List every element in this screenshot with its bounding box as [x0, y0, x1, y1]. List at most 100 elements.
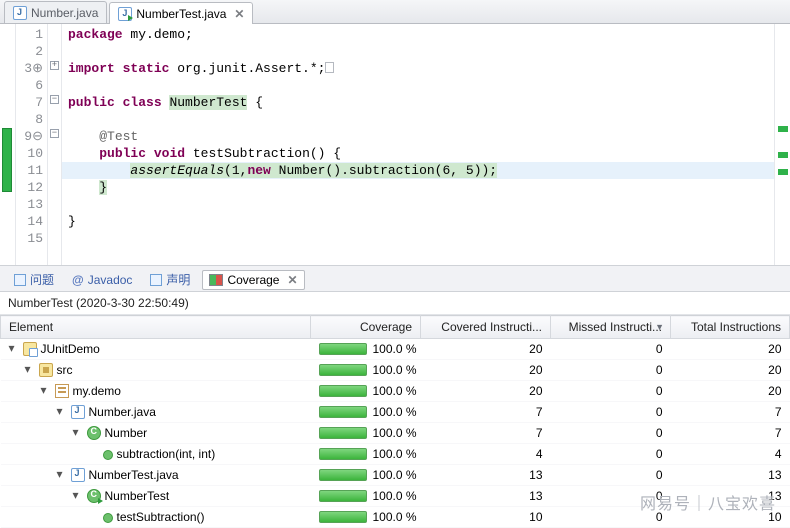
total-count: 13: [671, 465, 790, 486]
element-name: NumberTest.java: [89, 468, 179, 482]
missed-count: 0: [551, 381, 671, 402]
total-count: 4: [671, 444, 790, 465]
table-row[interactable]: ▾NumberTest.java100.0 %13013: [1, 465, 790, 486]
sort-desc-icon: ▼: [655, 322, 664, 332]
coverage-bar: [319, 448, 367, 460]
col-total[interactable]: Total Instructions: [671, 316, 790, 339]
coverage-pct: 100.0 %: [373, 405, 417, 419]
mth-icon: [103, 513, 113, 523]
col-missed[interactable]: Missed Instructi...▼: [551, 316, 671, 339]
coverage-session-label: NumberTest (2020-3-30 22:50:49): [0, 292, 790, 315]
coverage-bar: [319, 406, 367, 418]
col-covered[interactable]: Covered Instructi...: [421, 316, 551, 339]
twisty-icon[interactable]: ▾: [9, 341, 19, 355]
col-coverage[interactable]: Coverage: [311, 316, 421, 339]
coverage-pct: 100.0 %: [373, 426, 417, 440]
element-name: subtraction(int, int): [117, 447, 216, 461]
tab-label: Number.java: [31, 6, 98, 20]
covered-count: 4: [421, 444, 551, 465]
coverage-pct: 100.0 %: [373, 342, 417, 356]
tab-problems[interactable]: 问题: [8, 269, 60, 290]
missed-count: 0: [551, 444, 671, 465]
coverage-bar: [319, 343, 367, 355]
coverage-pct: 100.0 %: [373, 363, 417, 377]
table-row[interactable]: ▾ my.demo 100.0 % 20020: [1, 381, 790, 402]
tab-declaration[interactable]: 声明: [144, 269, 196, 290]
total-count: 20: [671, 360, 790, 381]
table-row[interactable]: ▾JUnitDemo100.0 %20020: [1, 339, 790, 360]
close-icon[interactable]: ✕: [283, 273, 297, 287]
covered-count: 13: [421, 486, 551, 507]
covered-count: 10: [421, 507, 551, 528]
cls-icon: [87, 489, 101, 503]
jf-icon: [71, 405, 85, 419]
javadoc-icon: @: [72, 273, 84, 287]
col-element[interactable]: Element: [1, 316, 311, 339]
tab-coverage[interactable]: Coverage ✕: [202, 270, 304, 290]
editor-tab-bar: Number.java NumberTest.java ✕: [0, 0, 790, 24]
mth-icon: [103, 450, 113, 460]
missed-count: 0: [551, 402, 671, 423]
coverage-bar: [319, 427, 367, 439]
coverage-pct: 100.0 %: [373, 384, 417, 398]
problems-icon: [14, 274, 26, 286]
element-name: my.demo: [73, 384, 121, 398]
total-count: 20: [671, 381, 790, 402]
table-row[interactable]: ▾Number.java100.0 %707: [1, 402, 790, 423]
coverage-mark: [2, 128, 12, 192]
element-name: src: [57, 363, 73, 377]
overview-ruler[interactable]: [774, 24, 790, 265]
table-row[interactable]: ▾src100.0 %20020: [1, 360, 790, 381]
fold-gutter: + − −: [48, 24, 62, 265]
src-icon: [39, 363, 53, 377]
table-row[interactable]: subtraction(int, int) 100.0 % 404: [1, 444, 790, 465]
covered-count: 13: [421, 465, 551, 486]
fold-toggle[interactable]: −: [50, 129, 59, 138]
element-name: testSubtraction(): [117, 510, 205, 524]
coverage-bar: [319, 469, 367, 481]
declaration-icon: [150, 274, 162, 286]
element-name: NumberTest: [105, 489, 170, 503]
covered-count: 7: [421, 423, 551, 444]
element-name: Number: [105, 426, 148, 440]
twisty-icon[interactable]: ▾: [73, 425, 83, 439]
covered-count: 7: [421, 402, 551, 423]
coverage-bar: [319, 364, 367, 376]
fold-toggle[interactable]: −: [50, 95, 59, 104]
tab-label: NumberTest.java: [136, 7, 226, 21]
twisty-icon[interactable]: ▾: [25, 362, 35, 376]
coverage-bar: [319, 490, 367, 502]
cls-icon: [87, 426, 101, 440]
java-runnable-file-icon: [118, 7, 132, 21]
table-row[interactable]: ▾Number100.0 %707: [1, 423, 790, 444]
tab-number-java[interactable]: Number.java: [4, 1, 107, 23]
jf-icon: [71, 468, 85, 482]
java-file-icon: [13, 6, 27, 20]
twisty-icon[interactable]: ▾: [57, 467, 67, 481]
twisty-icon[interactable]: ▾: [73, 488, 83, 502]
pkg-icon: [55, 384, 69, 398]
close-icon[interactable]: ✕: [230, 7, 244, 21]
element-name: Number.java: [89, 405, 156, 419]
coverage-ruler: [0, 24, 16, 265]
element-name: JUnitDemo: [41, 342, 100, 356]
coverage-pct: 100.0 %: [373, 468, 417, 482]
coverage-icon: [209, 274, 223, 286]
code-body[interactable]: package my.demo; import static org.junit…: [62, 24, 774, 265]
coverage-bar: [319, 385, 367, 397]
folded-indicator-icon: [325, 62, 334, 73]
covered-count: 20: [421, 381, 551, 402]
overview-mark: [778, 169, 788, 175]
coverage-bar: [319, 511, 367, 523]
proj-icon: [23, 342, 37, 356]
total-count: 20: [671, 339, 790, 360]
tab-javadoc[interactable]: @ Javadoc: [66, 271, 138, 289]
tab-numbertest-java[interactable]: NumberTest.java ✕: [109, 2, 253, 24]
twisty-icon[interactable]: ▾: [41, 383, 51, 397]
fold-toggle[interactable]: +: [50, 61, 59, 70]
twisty-icon[interactable]: ▾: [57, 404, 67, 418]
coverage-pct: 100.0 %: [373, 510, 417, 524]
coverage-pct: 100.0 %: [373, 447, 417, 461]
code-editor[interactable]: 1 2 3⊕ 6 7 8 9⊖ 10 11 12 13 14 15 + − − …: [0, 24, 790, 266]
missed-count: 0: [551, 339, 671, 360]
